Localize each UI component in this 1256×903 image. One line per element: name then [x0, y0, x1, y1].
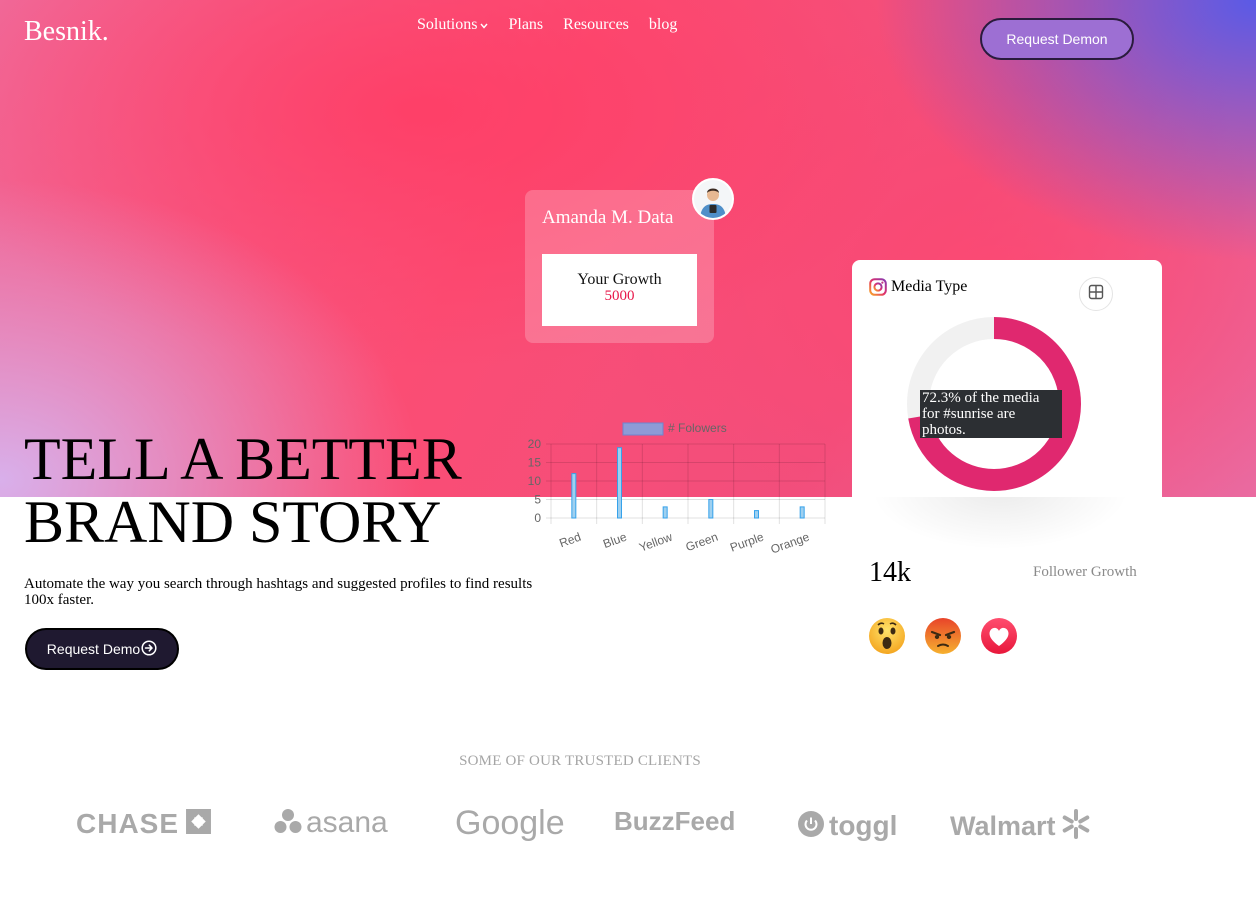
x-tick-label: Green	[684, 530, 720, 555]
angry-emoji-icon[interactable]	[925, 618, 961, 654]
clients-title: SOME OF OUR TRUSTED CLIENTS	[459, 753, 701, 769]
nav-item-solutions[interactable]: Solutions	[417, 16, 489, 34]
hero-headline: TELL A BETTER BRAND STORY	[24, 428, 462, 554]
headline-line-1: TELL A BETTER	[24, 426, 462, 492]
x-tick-label: Yellow	[637, 530, 674, 555]
arrow-circle-right-icon	[141, 639, 157, 659]
chevron-down-icon	[480, 21, 489, 31]
x-tick-label: Red	[557, 530, 582, 551]
donut-tooltip: 72.3% of the media for #sunrise are phot…	[920, 390, 1062, 438]
instagram-icon	[869, 278, 887, 296]
x-tick-label: Purple	[728, 530, 766, 555]
bar-yellow[interactable]	[662, 506, 668, 519]
profile-name: Amanda M. Data	[542, 207, 674, 228]
nav-item-blog[interactable]: blog	[649, 16, 677, 34]
avatar	[692, 178, 734, 220]
media-title: Media Type	[869, 278, 967, 296]
nav-item-label: Solutions	[417, 16, 478, 33]
bar-orange[interactable]	[799, 506, 805, 519]
nav-item-plans[interactable]: Plans	[508, 16, 543, 34]
client-logo-walmart: Walmart	[950, 808, 1092, 845]
client-logo-asana: asana	[274, 806, 388, 840]
power-icon	[798, 810, 824, 842]
client-logo-toggl-text: toggl	[829, 810, 898, 841]
x-tick-label: Orange	[769, 530, 812, 557]
hero-subtext: Automate the way you search through hash…	[24, 576, 533, 608]
growth-label: Your Growth	[577, 271, 662, 288]
bar-green[interactable]	[708, 499, 714, 519]
y-tick-label: 15	[528, 456, 542, 470]
followers-bar-chart: # Folowers 0 5 10 15 20 Red Blue Yellow Green Pu…	[528, 421, 826, 557]
bar-blue[interactable]	[617, 447, 622, 519]
growth-box: Your Growth 5000	[542, 254, 697, 326]
love-emoji-icon[interactable]	[981, 618, 1017, 654]
headline-line-2: BRAND STORY	[24, 489, 442, 555]
y-tick-label: 5	[534, 493, 541, 507]
asana-dots-icon	[274, 808, 302, 839]
chase-octagon-icon	[185, 808, 212, 840]
main-nav: Solutions Plans Resources blog	[417, 16, 677, 34]
y-tick-label: 0	[534, 511, 541, 525]
request-demo-nav-button[interactable]: Request Demon	[980, 18, 1134, 60]
wow-emoji-icon[interactable]	[869, 618, 905, 654]
x-tick-label: Blue	[601, 530, 629, 551]
client-logo-asana-text: asana	[306, 806, 388, 839]
client-logo-chase: CHASE	[76, 808, 212, 840]
grid-icon	[1088, 284, 1104, 305]
client-logo-walmart-text: Walmart	[950, 811, 1056, 841]
legend-swatch[interactable]	[622, 422, 664, 436]
follower-growth-value: 14k	[869, 557, 911, 588]
logo[interactable]: Besnik.	[24, 16, 109, 48]
follower-growth-label: Follower Growth	[1033, 564, 1137, 580]
client-logo-chase-text: CHASE	[76, 808, 180, 839]
bar-red[interactable]	[571, 473, 577, 519]
walmart-spark-icon	[1060, 808, 1092, 845]
media-title-text: Media Type	[891, 278, 968, 295]
grid-view-button[interactable]	[1079, 277, 1113, 311]
client-logo-toggl: toggl	[798, 810, 897, 842]
bar-purple[interactable]	[754, 510, 759, 519]
client-logo-buzzfeed: BuzzFeed	[614, 806, 736, 836]
client-logo-google: Google	[455, 804, 565, 842]
y-tick-label: 20	[528, 437, 542, 451]
nav-item-resources[interactable]: Resources	[563, 16, 629, 34]
growth-value: 5000	[604, 288, 635, 304]
legend-label[interactable]: # Folowers	[668, 421, 727, 435]
request-demo-button[interactable]: Request Demo	[25, 628, 179, 670]
y-tick-label: 10	[528, 474, 542, 488]
request-demo-label: Request Demo	[46, 641, 141, 657]
profile-card: Amanda M. Data Your Growth 5000	[525, 190, 714, 343]
